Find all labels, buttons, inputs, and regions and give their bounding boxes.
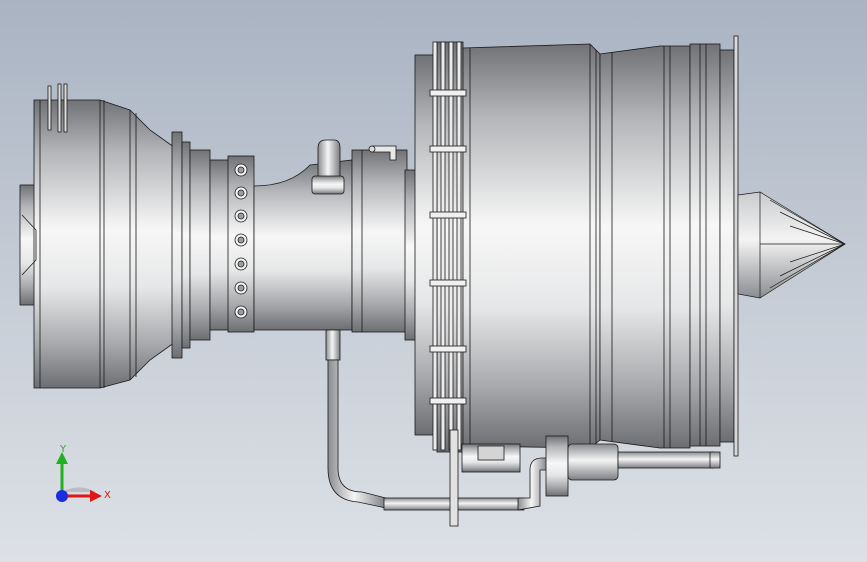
main-casing[interactable] [414, 35, 739, 457]
engine-model[interactable]: Y X [0, 0, 867, 562]
core-casing[interactable] [253, 139, 420, 341]
bolt-flange-ring[interactable] [227, 155, 255, 333]
axis-y-label: Y [59, 444, 67, 455]
axis-x-label: X [104, 490, 111, 501]
inlet-section[interactable] [19, 83, 231, 389]
cad-graphics-viewport[interactable]: Y X [0, 0, 867, 562]
exhaust-cone[interactable] [737, 191, 846, 299]
coordinate-triad-icon: Y X [56, 444, 111, 502]
